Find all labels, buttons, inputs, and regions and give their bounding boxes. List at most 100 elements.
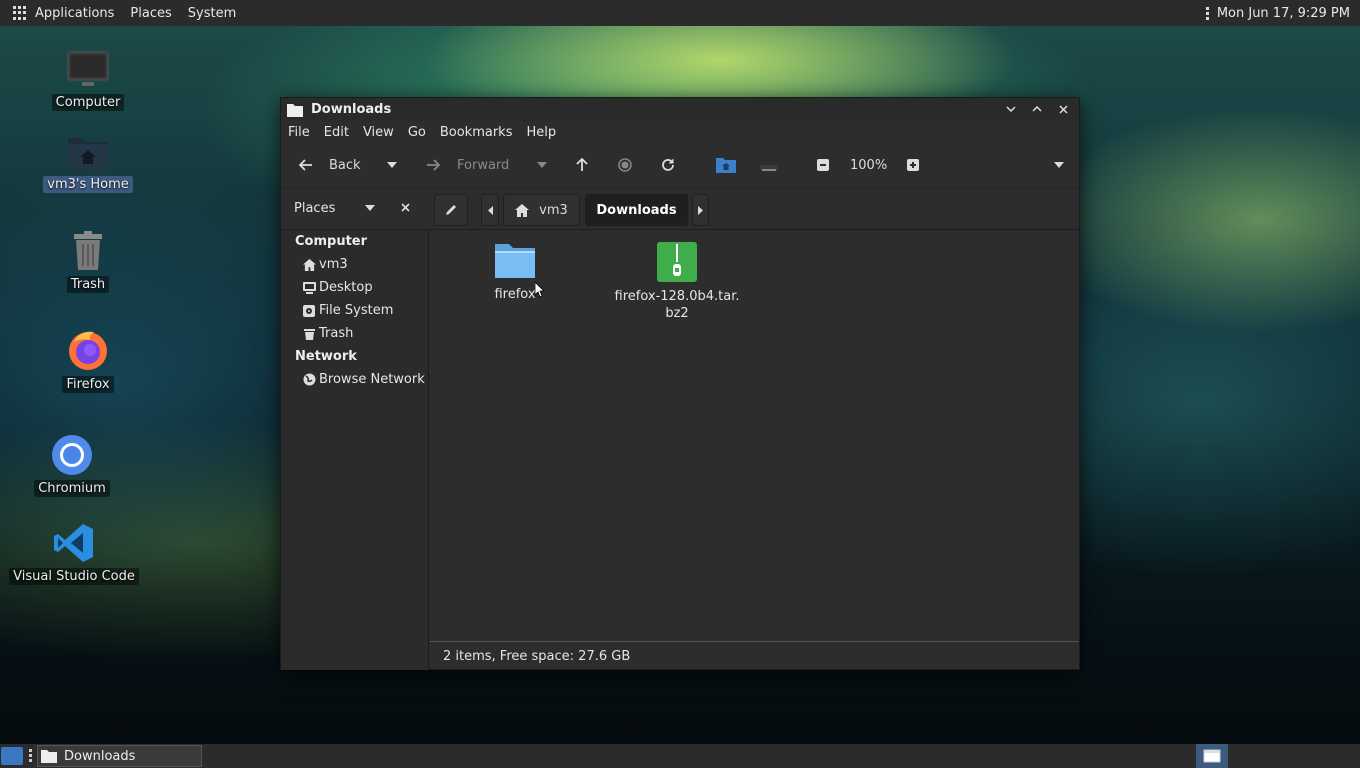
caret-down-icon bbox=[1054, 162, 1064, 168]
desktop-icon-label: Firefox bbox=[62, 376, 114, 393]
file-view[interactable]: firefox firefox-128.0b4.tar.bz2 bbox=[430, 229, 1079, 642]
forward-label: Forward bbox=[457, 157, 510, 173]
zoom-out-button[interactable] bbox=[816, 158, 830, 172]
menubar: File Edit View Go Bookmarks Help bbox=[281, 121, 1079, 143]
network-icon bbox=[303, 373, 315, 386]
home-folder-icon bbox=[716, 158, 736, 173]
crumb-scroll-right-button[interactable] bbox=[692, 194, 709, 226]
crumb-scroll-left-button[interactable] bbox=[481, 194, 499, 226]
taskbar-item-label: Downloads bbox=[64, 748, 136, 764]
forward-history-dropdown[interactable] bbox=[537, 162, 547, 168]
desktop-icon-label: vm3's Home bbox=[43, 176, 133, 193]
file-manager-window: Downloads File Edit View Go Bookmarks He… bbox=[280, 97, 1080, 670]
crumb-downloads[interactable]: Downloads bbox=[585, 194, 688, 226]
folder-icon bbox=[287, 103, 303, 117]
show-desktop-button[interactable] bbox=[1, 747, 23, 765]
minimize-button[interactable] bbox=[1001, 100, 1021, 118]
applications-menu[interactable]: Applications bbox=[35, 6, 114, 21]
top-panel: Applications Places System Mon Jun 17, 9… bbox=[0, 0, 1360, 26]
maximize-button[interactable] bbox=[1027, 100, 1047, 118]
sidebar-item-label: vm3 bbox=[319, 257, 348, 272]
trash-icon bbox=[74, 231, 102, 270]
mouse-cursor-icon bbox=[535, 282, 545, 298]
file-item-firefox-archive[interactable]: firefox-128.0b4.tar.bz2 bbox=[612, 242, 742, 322]
sidebar-section-computer: Computer bbox=[295, 234, 368, 249]
back-button[interactable]: Back bbox=[299, 158, 361, 173]
desktop-icon-chromium[interactable]: Chromium bbox=[12, 434, 132, 497]
sidebar-item-label: Browse Network bbox=[319, 372, 425, 387]
sidebar-item-label: File System bbox=[319, 303, 394, 318]
arrow-left-icon bbox=[299, 159, 312, 171]
zoom-out-icon bbox=[817, 159, 829, 171]
location-bar: Places vm3 Downloads bbox=[281, 187, 1079, 227]
chromium-icon bbox=[52, 435, 92, 475]
pencil-icon bbox=[446, 205, 456, 215]
computer-button[interactable] bbox=[758, 157, 780, 173]
menu-bookmarks[interactable]: Bookmarks bbox=[440, 125, 513, 140]
menu-file[interactable]: File bbox=[288, 125, 310, 140]
close-icon[interactable] bbox=[401, 203, 410, 212]
toolbar: Back Forward 100% bbox=[281, 143, 1079, 187]
panel-handle-icon[interactable] bbox=[29, 749, 32, 762]
desktop-icon-computer[interactable]: Computer bbox=[28, 50, 148, 111]
desktop-icon-label: Computer bbox=[51, 94, 125, 111]
status-bar: 2 items, Free space: 27.6 GB bbox=[430, 644, 1079, 669]
forward-button[interactable]: Forward bbox=[426, 158, 509, 173]
menu-help[interactable]: Help bbox=[526, 125, 556, 140]
places-menu[interactable]: Places bbox=[130, 6, 171, 21]
sidebar-item-trash[interactable]: Trash bbox=[302, 326, 353, 341]
crumb-home[interactable]: vm3 bbox=[503, 194, 580, 226]
computer-icon bbox=[760, 165, 778, 171]
desktop-icon-vscode[interactable]: Visual Studio Code bbox=[9, 522, 139, 585]
caret-left-icon bbox=[487, 205, 493, 215]
desktop-icon-trash[interactable]: Trash bbox=[28, 230, 148, 293]
menu-view[interactable]: View bbox=[363, 125, 394, 140]
folder-icon bbox=[495, 244, 535, 278]
crumb-label: vm3 bbox=[539, 202, 568, 218]
home-folder-icon bbox=[68, 138, 108, 170]
desktop-icon-firefox[interactable]: Firefox bbox=[28, 328, 148, 393]
applications-grid-icon[interactable] bbox=[13, 6, 27, 20]
zoom-in-icon bbox=[907, 159, 919, 171]
edit-location-button[interactable] bbox=[434, 194, 468, 226]
titlebar[interactable]: Downloads bbox=[281, 98, 1079, 121]
toolbar-overflow-dropdown[interactable] bbox=[1054, 162, 1064, 168]
places-sidebar: Computer vm3 Desktop File System Trash N… bbox=[281, 229, 429, 670]
back-label: Back bbox=[329, 157, 361, 173]
home-icon bbox=[302, 258, 316, 271]
home-button[interactable] bbox=[715, 156, 737, 174]
clock[interactable]: Mon Jun 17, 9:29 PM bbox=[1217, 6, 1350, 21]
arrow-up-icon bbox=[576, 158, 588, 171]
sidebar-item-label: Trash bbox=[319, 326, 354, 341]
caret-right-icon bbox=[698, 205, 703, 215]
caret-down-icon[interactable] bbox=[365, 205, 375, 211]
sidebar-item-desktop[interactable]: Desktop bbox=[302, 280, 373, 295]
sidebar-item-file-system[interactable]: File System bbox=[302, 303, 393, 318]
back-history-dropdown[interactable] bbox=[387, 162, 397, 168]
bottom-panel: Downloads bbox=[0, 744, 1360, 768]
file-name: firefox-128.0b4.tar.bz2 bbox=[614, 289, 740, 321]
arrow-right-icon bbox=[427, 159, 440, 171]
up-button[interactable] bbox=[576, 158, 588, 172]
firefox-icon bbox=[69, 331, 107, 370]
menu-go[interactable]: Go bbox=[408, 125, 426, 140]
desktop-icon-home[interactable]: vm3's Home bbox=[28, 132, 148, 193]
crumb-label: Downloads bbox=[596, 202, 677, 218]
caret-down-icon bbox=[387, 162, 397, 168]
zoom-level: 100% bbox=[850, 157, 888, 173]
sidebar-item-browse-network[interactable]: Browse Network bbox=[302, 372, 425, 387]
close-button[interactable] bbox=[1053, 100, 1073, 118]
taskbar-item-downloads[interactable]: Downloads bbox=[37, 745, 202, 767]
trash-icon bbox=[303, 328, 315, 340]
reload-button[interactable] bbox=[661, 158, 675, 172]
file-item-firefox-folder[interactable]: firefox bbox=[450, 242, 580, 303]
workspace-switcher[interactable] bbox=[1196, 744, 1228, 768]
places-dropdown-label[interactable]: Places bbox=[294, 201, 335, 216]
drive-icon bbox=[303, 304, 315, 317]
zoom-in-button[interactable] bbox=[906, 158, 920, 172]
system-menu[interactable]: System bbox=[188, 6, 236, 21]
kebab-menu-icon[interactable] bbox=[1205, 6, 1209, 20]
menu-edit[interactable]: Edit bbox=[324, 125, 349, 140]
sidebar-item-vm3[interactable]: vm3 bbox=[302, 257, 348, 272]
stop-button[interactable] bbox=[618, 158, 632, 172]
